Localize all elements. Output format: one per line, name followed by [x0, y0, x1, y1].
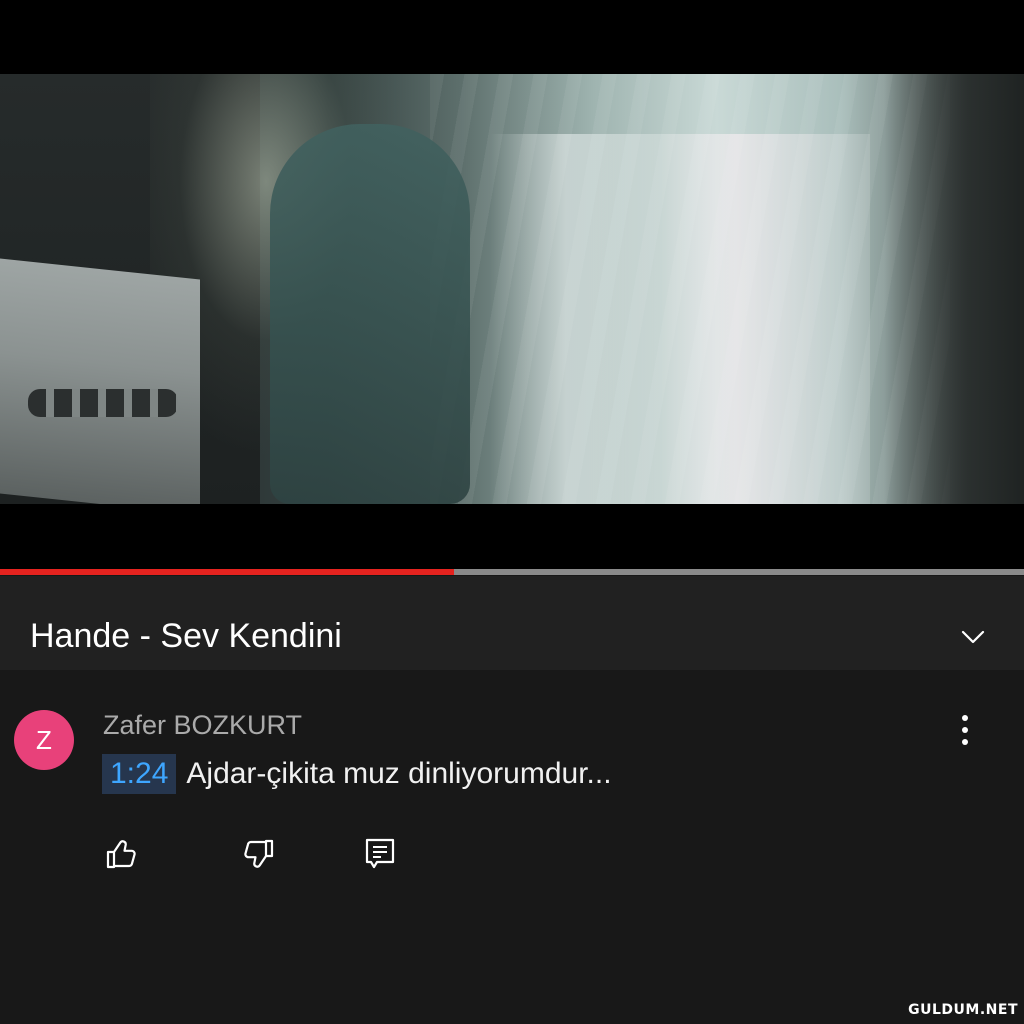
- video-player[interactable]: [0, 74, 1024, 504]
- thumb-up-icon: [106, 840, 136, 869]
- chevron-down-icon[interactable]: [960, 624, 986, 650]
- letterbox-top: [0, 0, 1024, 74]
- dislike-button[interactable]: [240, 836, 276, 872]
- video-scene-right-wall: [884, 74, 1024, 504]
- comment-author[interactable]: Zafer BOZKURT: [103, 710, 302, 741]
- comment-text: Ajdar-çikita muz dinliyorumdur...: [186, 757, 612, 790]
- thumb-down-icon: [244, 839, 274, 868]
- reply-button[interactable]: [362, 836, 398, 872]
- like-button[interactable]: [104, 836, 140, 872]
- comment-reply-icon: [365, 838, 395, 869]
- comment-body: 1:24 Ajdar-çikita muz dinliyorumdur...: [102, 754, 612, 794]
- avatar-letter: Z: [36, 724, 52, 755]
- timestamp-link[interactable]: 1:24: [102, 754, 177, 794]
- video-scene-stove: [0, 258, 200, 504]
- progress-bar-fill: [0, 569, 454, 575]
- more-vert-icon[interactable]: [952, 712, 978, 748]
- progress-bar[interactable]: [0, 569, 1024, 575]
- video-scene-curtain: [430, 74, 950, 504]
- video-scene-stove-knobs: [28, 389, 178, 417]
- video-scene-person: [270, 124, 470, 504]
- video-title[interactable]: Hande - Sev Kendini: [30, 616, 342, 656]
- watermark: GULDUM.NET: [908, 1002, 1018, 1018]
- avatar[interactable]: Z: [14, 710, 74, 770]
- letterbox-bottom: [0, 504, 1024, 570]
